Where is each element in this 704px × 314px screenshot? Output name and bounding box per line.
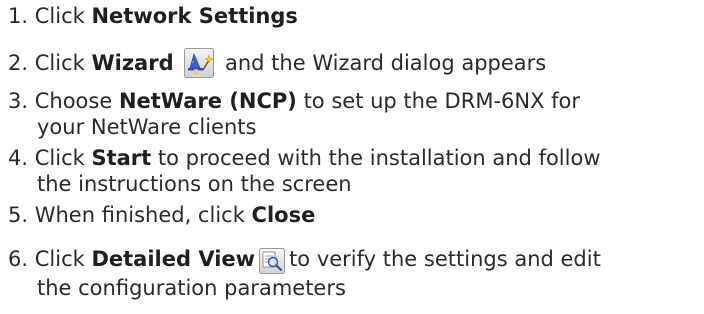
step-3: 3. Choose NetWare (NCP) to set up the DR… — [8, 88, 580, 114]
step-3-bold: NetWare (NCP) — [118, 89, 297, 113]
step-6-pre: Click — [34, 247, 85, 271]
step-4-pre: Click — [34, 146, 85, 170]
step-4-bold: Start — [91, 146, 152, 170]
step-1: 1. Click Network Settings — [8, 3, 298, 29]
step-5: 5. When finished, click Close — [8, 202, 315, 228]
step-2-bold: Wizard — [91, 51, 174, 75]
detailed-view-icon — [259, 248, 286, 274]
step-3-pre: Choose — [34, 89, 113, 113]
step-5-bold: Close — [251, 203, 316, 227]
step-6-continuation: the configuration parameters — [37, 276, 346, 300]
step-1-number: 1. — [8, 4, 29, 28]
step-6: 6. Click Detailed View to verify the set… — [8, 246, 601, 274]
step-6-bold: Detailed View — [91, 247, 256, 271]
step-3-post: to set up the DRM-6NX for — [303, 89, 581, 113]
step-5-pre: When finished, click — [34, 203, 245, 227]
step-5-number: 5. — [8, 203, 29, 227]
step-4-post: to proceed with the installation and fol… — [157, 146, 601, 170]
step-2: 2. Click Wizard and the Wizard dialog ap… — [8, 48, 546, 78]
step-4-number: 4. — [8, 146, 29, 170]
step-2-post: and the Wizard dialog appears — [225, 51, 547, 75]
step-4: 4. Click Start to proceed with the insta… — [8, 145, 601, 171]
step-3-continuation: your NetWare clients — [37, 115, 257, 139]
step-3-number: 3. — [8, 89, 29, 113]
instruction-page: 1. Click Network Settings 2. Click Wizar… — [0, 0, 704, 314]
step-1-pre: Click — [34, 4, 85, 28]
step-4-continuation: the instructions on the screen — [37, 172, 352, 196]
step-1-bold: Network Settings — [91, 4, 298, 28]
step-6-number: 6. — [8, 247, 29, 271]
step-2-number: 2. — [8, 51, 29, 75]
step-6-post: to verify the settings and edit — [289, 247, 601, 271]
step-2-pre: Click — [34, 51, 85, 75]
wizard-icon — [184, 48, 215, 78]
